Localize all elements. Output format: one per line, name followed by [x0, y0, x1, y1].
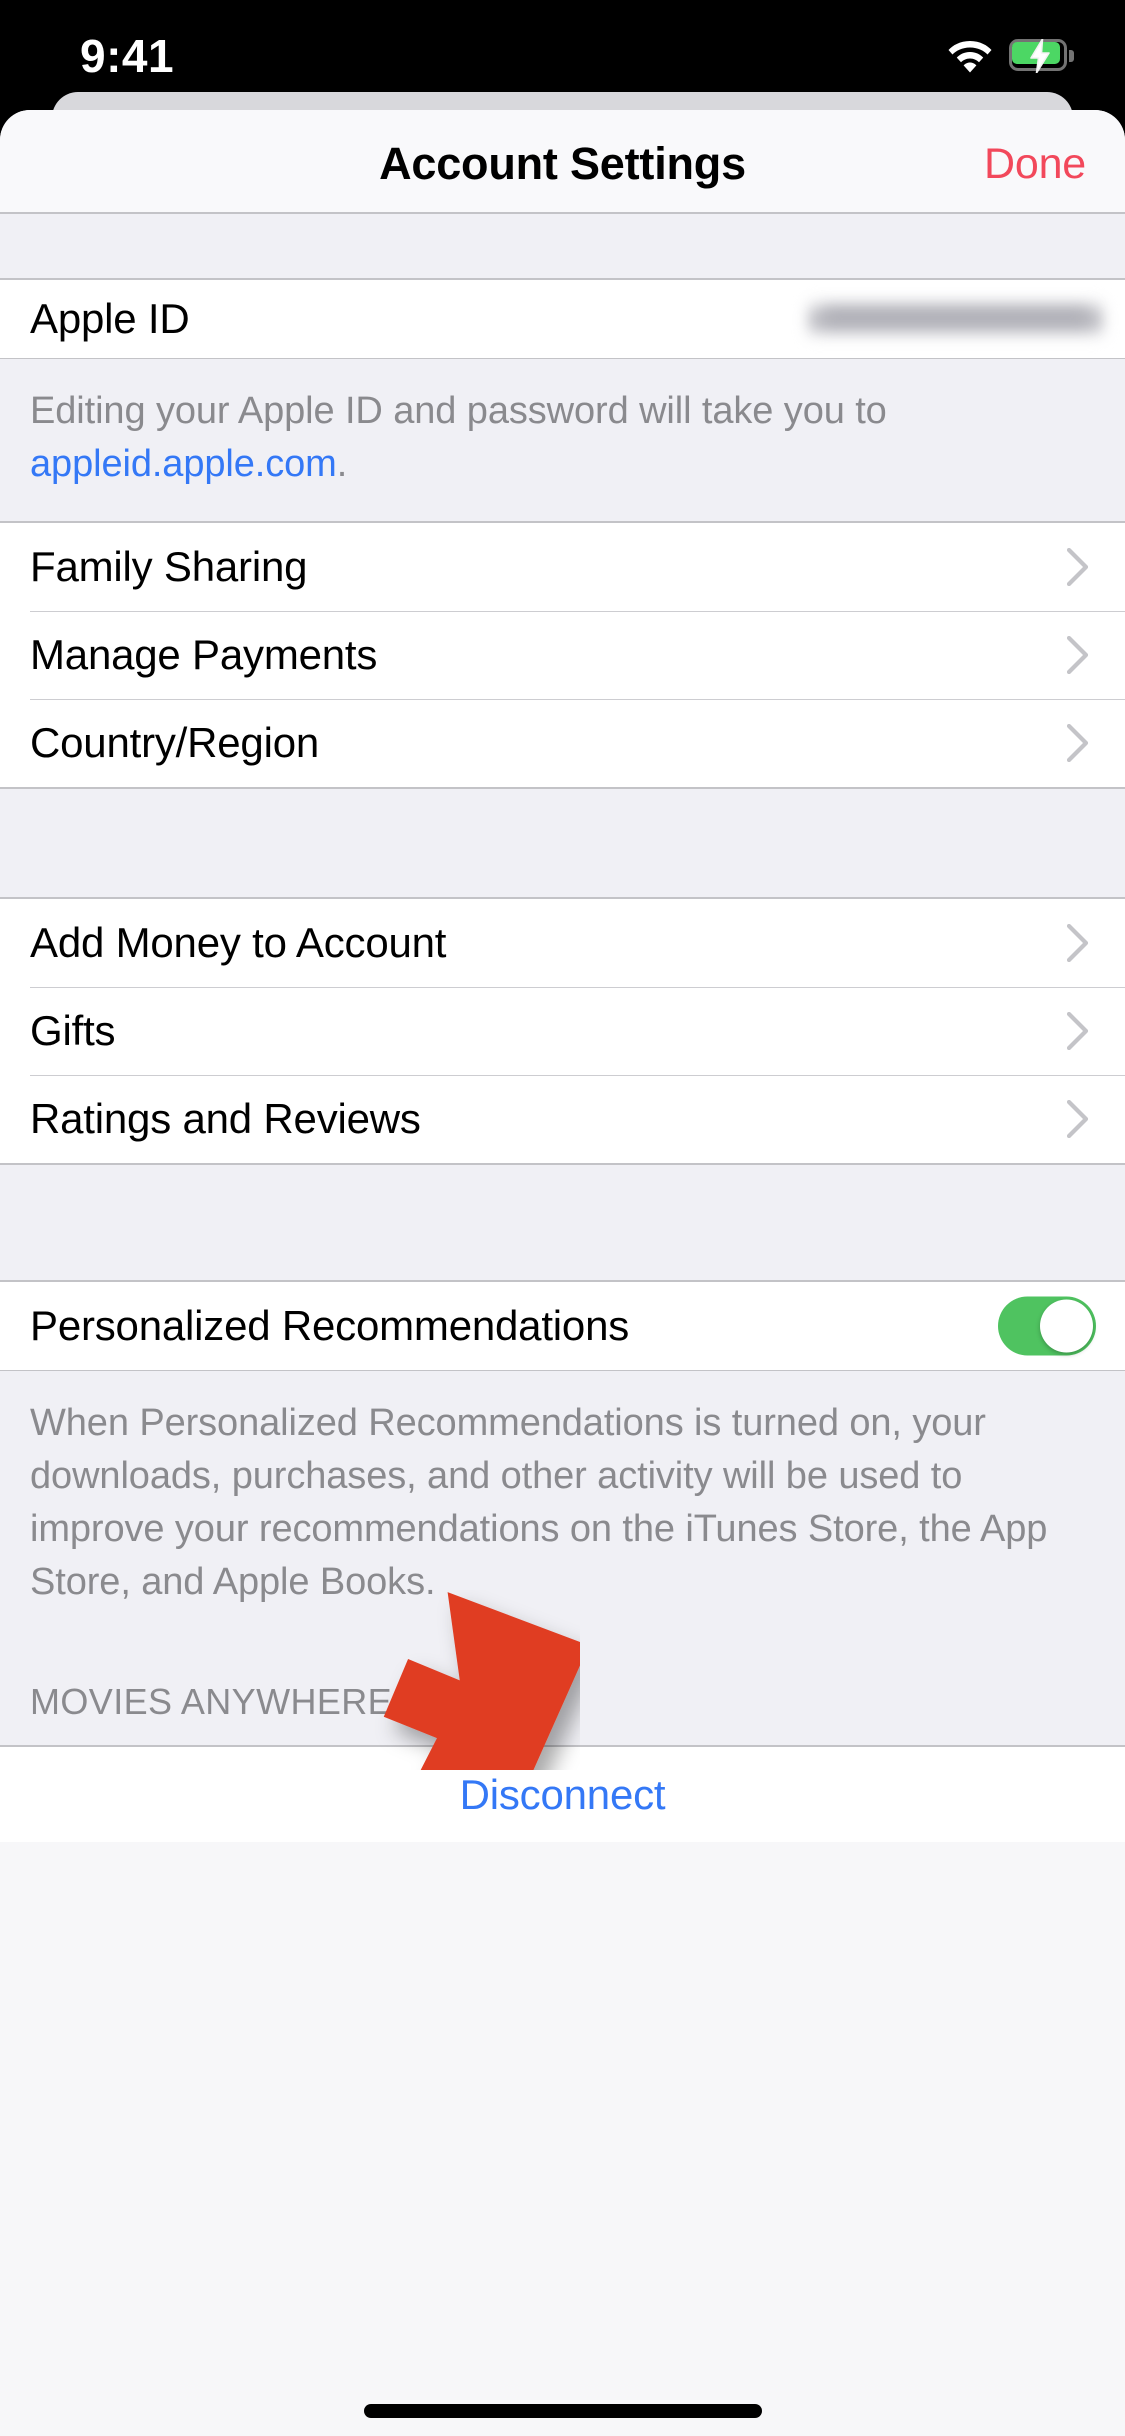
row-add-money-to-account[interactable]: Add Money to Account — [0, 899, 1125, 987]
store-group: Add Money to Account Gifts Ratings and R… — [0, 898, 1125, 1164]
status-bar-indicators — [947, 38, 1074, 74]
section-gap-recommendations — [0, 1164, 1125, 1281]
chevron-right-icon — [1067, 724, 1089, 762]
row-ratings-and-reviews[interactable]: Ratings and Reviews — [0, 1075, 1125, 1163]
apple-id-group: Apple ID — [0, 279, 1125, 359]
chevron-right-icon — [1067, 924, 1089, 962]
status-bar-time: 9:41 — [80, 30, 175, 82]
row-gifts[interactable]: Gifts — [0, 987, 1125, 1075]
apple-id-footer-text: Editing your Apple ID and password will … — [0, 359, 1125, 522]
apple-id-label: Apple ID — [30, 295, 190, 342]
row-disconnect[interactable]: Disconnect — [0, 1746, 1125, 1842]
recommendations-footer-text: When Personalized Recommendations is tur… — [0, 1371, 1125, 1617]
chevron-right-icon — [1067, 636, 1089, 674]
wifi-icon — [948, 41, 992, 73]
done-button[interactable]: Done — [984, 140, 1086, 189]
apple-id-footer-suffix: . — [336, 443, 348, 485]
chevron-right-icon — [1067, 548, 1089, 586]
status-bar: 9:41 — [0, 0, 1125, 112]
row-apple-id[interactable]: Apple ID — [0, 280, 1125, 358]
row-label-personalized-recommendations: Personalized Recommendations — [30, 1302, 630, 1349]
apple-id-footer-prefix: Editing your Apple ID and password will … — [30, 390, 887, 432]
row-label-gifts: Gifts — [30, 1007, 116, 1054]
personalized-recommendations-toggle[interactable] — [998, 1296, 1096, 1356]
iphone-screen: 9:41 Account Settings Done Apple ID Edit… — [0, 0, 1125, 2436]
home-indicator — [363, 2404, 762, 2418]
chevron-right-icon — [1067, 1012, 1089, 1050]
toggle-knob — [1040, 1299, 1093, 1353]
page-title: Account Settings — [379, 138, 746, 189]
row-label-family-sharing: Family Sharing — [30, 543, 308, 590]
sheet-header: Account Settings Done — [0, 110, 1125, 213]
movies-anywhere-section-header: MOVIES ANYWHERE: — [0, 1617, 1125, 1746]
account-settings-sheet: Account Settings Done Apple ID Editing y… — [0, 110, 1125, 2436]
recommendations-group: Personalized Recommendations — [0, 1281, 1125, 1371]
chevron-right-icon — [1067, 1100, 1089, 1138]
row-personalized-recommendations[interactable]: Personalized Recommendations — [0, 1282, 1125, 1370]
row-label-manage-payments: Manage Payments — [30, 631, 378, 678]
appleid-link[interactable]: appleid.apple.com — [30, 443, 337, 485]
row-label-country-region: Country/Region — [30, 719, 320, 766]
row-label-ratings-and-reviews: Ratings and Reviews — [30, 1095, 421, 1142]
section-gap-top — [0, 213, 1125, 279]
row-family-sharing[interactable]: Family Sharing — [0, 523, 1125, 611]
row-manage-payments[interactable]: Manage Payments — [0, 611, 1125, 699]
row-country-region[interactable]: Country/Region — [0, 699, 1125, 787]
section-gap-store — [0, 788, 1125, 898]
disconnect-label[interactable]: Disconnect — [460, 1771, 666, 1819]
battery-charging-icon — [1009, 39, 1074, 73]
row-label-add-money-to-account: Add Money to Account — [30, 919, 447, 966]
apple-id-value-redacted — [808, 296, 1103, 342]
account-group: Family Sharing Manage Payments Country/R… — [0, 522, 1125, 788]
